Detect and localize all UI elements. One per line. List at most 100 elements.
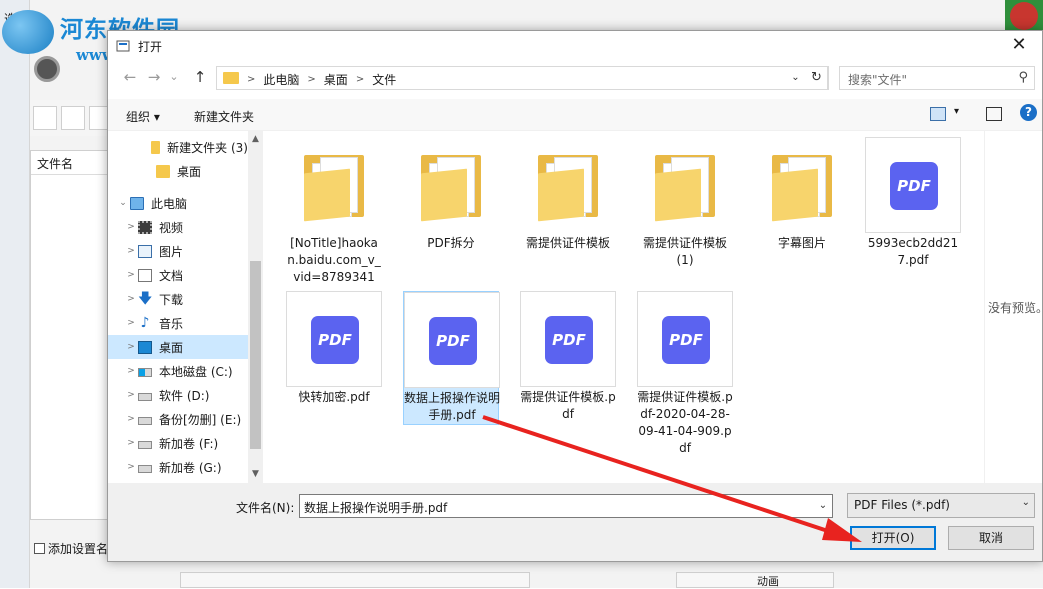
nav-item[interactable]: ⌄ 此电脑 [108,191,248,215]
pdf-thumbnail: PDF [286,291,382,387]
chevron-icon[interactable]: > [124,222,138,232]
help-icon[interactable]: ? [1020,104,1037,121]
forward-button[interactable]: → [142,66,166,90]
pdf-file-item[interactable]: PDF 快转加密.pdf [286,291,382,425]
nav-item[interactable]: > 新加卷 (G:) [108,455,248,479]
no-preview-text: 没有预览。 [988,301,1043,315]
nav-item[interactable]: > 图片 [108,239,248,263]
folder-item[interactable]: PDF拆分 [403,137,499,271]
up-button[interactable]: ↑ [188,66,212,90]
checkbox[interactable] [34,543,45,554]
video-icon [138,220,152,234]
nav-item[interactable]: > 软件 (D:) [108,383,248,407]
chevron-icon[interactable]: > [124,366,138,376]
file-name-label: PDF拆分 [427,236,475,250]
folder-item[interactable]: [NoTitle]haokan.baidu.com_v_vid=8789341 [286,137,382,284]
title-bar[interactable]: 打开 ✕ [108,31,1042,61]
nav-item[interactable]: > 备份[勿删] (E:) [108,407,248,431]
navigation-pane: 新建文件夹 (3) 桌面 ⌄ 此电脑 > 视频 > 图片 > 文档 > 🡇 下载 > ♪ 音乐 > 桌面 > 本地磁盘… [108,131,263,483]
preview-pane-icon[interactable] [986,107,1002,121]
drive-icon [138,416,152,425]
pdf-file-item[interactable]: PDF 需提供证件模板.pdf [520,291,616,425]
dialog-title: 打开 [138,40,163,54]
file-list-view: [NoTitle]haokan.baidu.com_v_vid=8789341 P… [264,131,984,483]
scrollbar-thumb[interactable] [250,261,261,449]
view-options-dropdown[interactable]: ▾ [954,106,959,117]
folder-icon [156,164,170,178]
recent-locations-button[interactable]: ⌄ [166,66,182,90]
chevron-icon[interactable]: > [124,342,138,352]
breadcrumb-this-pc[interactable]: 此电脑 [263,71,299,88]
background-file-list [30,150,108,520]
pdf-icon: PDF [311,316,359,364]
breadcrumb-files[interactable]: 文件 [372,71,396,88]
chevron-icon[interactable]: > [124,246,138,256]
background-animation-button[interactable]: 动画 [676,572,834,588]
address-dropdown-button[interactable]: ⌄ [784,67,806,89]
chevron-icon[interactable]: > [124,294,138,304]
file-name-label: 5993ecb2dd217.pdf [867,236,959,267]
file-name-label: 需提供证件模板 (1) [642,236,727,267]
nav-item-label: 文档 [159,268,184,283]
nav-item-label: 下载 [159,292,184,307]
chevron-icon[interactable]: > [124,270,138,280]
background-bottom-field [180,572,530,588]
nav-item[interactable]: > 本地磁盘 (C:) [108,359,248,383]
pdf-file-item[interactable]: PDF 数据上报操作说明手册.pdf [403,291,500,425]
navigation-scrollbar[interactable]: ▲ ▼ [248,131,263,483]
nav-item[interactable]: > ♪ 音乐 [108,311,248,335]
file-name-label: [NoTitle]haokan.baidu.com_v_vid=8789341 [287,236,381,284]
scroll-up-arrow[interactable]: ▲ [248,131,263,148]
delete-icon[interactable] [61,106,85,130]
nav-item-label: 音乐 [159,316,184,331]
filename-value: 数据上报操作说明手册.pdf [304,501,448,515]
nav-item[interactable]: > 桌面 [108,335,248,359]
refresh-button[interactable]: ↻ [806,66,828,90]
breadcrumb: > 此电脑 > 桌面 > 文件 [247,71,396,88]
filename-dropdown-button[interactable]: ⌄ [814,495,832,517]
organize-menu[interactable]: 组织 ▾ [126,108,160,125]
folder-icon [298,149,370,225]
nav-item[interactable]: 新建文件夹 (3) [108,135,248,159]
new-folder-button[interactable]: 新建文件夹 [194,108,254,125]
pdf-file-item[interactable]: PDF 5993ecb2dd217.pdf [865,137,961,271]
chevron-icon[interactable]: > [124,414,138,424]
address-bar[interactable]: > 此电脑 > 桌面 > 文件 ⌄ [216,66,829,90]
open-button[interactable]: 打开(O) [850,526,936,550]
chevron-icon[interactable]: > [124,390,138,400]
nav-item[interactable]: > 文档 [108,263,248,287]
desktop-icon [138,340,152,354]
nav-item[interactable]: > 新加卷 (F:) [108,431,248,455]
filename-label: 文件名(N): [236,501,295,515]
folder-item[interactable]: 字幕图片 [754,137,850,271]
chevron-icon[interactable]: > [124,438,138,448]
search-input[interactable]: 搜索"文件" ⚲ [839,66,1035,90]
filename-input[interactable]: 数据上报操作说明手册.pdf ⌄ [299,494,833,518]
folder-item[interactable]: 需提供证件模板 [520,137,616,271]
breadcrumb-desktop[interactable]: 桌面 [324,71,348,88]
chevron-icon[interactable]: ⌄ [116,198,130,208]
chevron-icon[interactable]: > [124,462,138,472]
cancel-button[interactable]: 取消 [948,526,1034,550]
add-icon[interactable] [33,106,57,130]
add-setting-name-checkbox-row[interactable]: 添加设置名 [34,540,108,557]
change-view-icon[interactable] [930,107,946,121]
pdf-file-item[interactable]: PDF 需提供证件模板.pdf-2020-04-28-09-41-04-909.p… [637,291,733,455]
chevron-icon[interactable]: > [124,318,138,328]
file-type-select[interactable]: PDF Files (*.pdf) ⌄ [847,493,1035,518]
nav-item[interactable]: > 视频 [108,215,248,239]
background-left-strip [0,0,30,588]
nav-item[interactable]: 桌面 [108,159,248,183]
folder-icon-part [655,168,701,222]
nav-item[interactable]: > 🡇 下载 [108,287,248,311]
folder-item[interactable]: 需提供证件模板 (1) [637,137,733,271]
watermark-logo-icon [2,10,54,54]
folder-icon [649,149,721,225]
folder-icon [151,140,161,154]
scroll-down-arrow[interactable]: ▼ [248,466,263,483]
close-button[interactable]: ✕ [996,31,1042,61]
folder-icon-part [421,168,467,222]
back-button[interactable]: ← [118,66,142,90]
nav-item-label: 视频 [159,220,184,235]
file-name-label: 快转加密.pdf [298,390,370,404]
